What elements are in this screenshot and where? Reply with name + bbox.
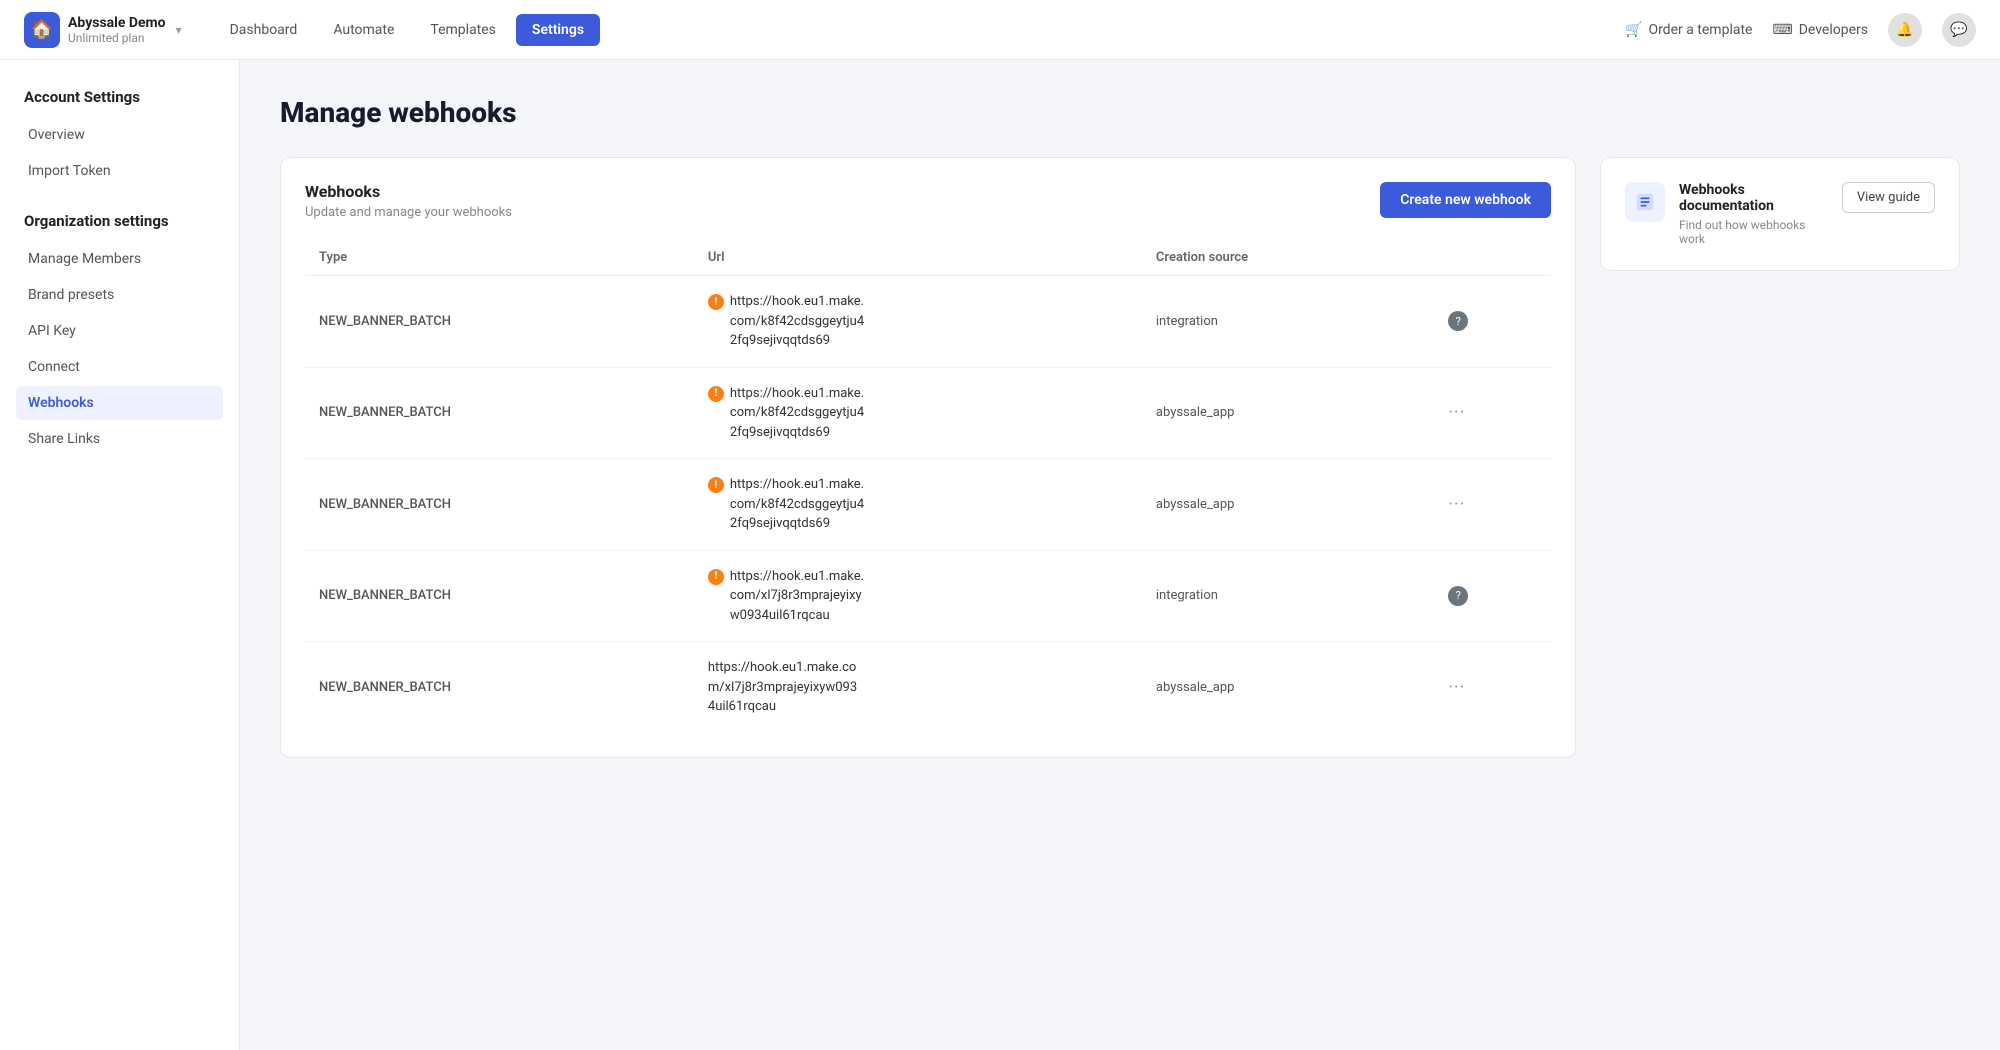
webhook-source-cell: abyssale_app (1142, 642, 1434, 733)
warning-icon: ! (708, 386, 724, 402)
col-url: Url (694, 240, 1142, 276)
webhook-url-text: https://hook.eu1.make. com/k8f42cdsggeyt… (730, 475, 864, 534)
docs-title: Webhooks documentation (1679, 182, 1828, 214)
webhook-docs-icon (1634, 191, 1656, 213)
brand-section[interactable]: 🏠 Abyssale Demo Unlimited plan ▾ (24, 12, 182, 48)
nav-tab-settings[interactable]: Settings (516, 14, 600, 46)
more-options-icon[interactable]: ··· (1448, 677, 1465, 698)
warning-icon: ! (708, 294, 724, 310)
order-label: Order a template (1648, 22, 1752, 38)
cart-icon: 🛒 (1625, 22, 1642, 38)
webhook-url-cell: ! https://hook.eu1.make. com/xl7j8r3mpraj… (694, 550, 1142, 642)
webhooks-card-header: Webhooks Update and manage your webhooks… (305, 182, 1551, 220)
brand-plan: Unlimited plan (68, 31, 166, 45)
view-guide-button[interactable]: View guide (1842, 182, 1935, 213)
docs-card-inner: Webhooks documentation Find out how webh… (1625, 182, 1935, 246)
app-layout: Account Settings Overview Import Token O… (0, 60, 2000, 1050)
table-row: NEW_BANNER_BATCH! https://hook.eu1.make. … (305, 550, 1551, 642)
user-avatar-button[interactable]: 💬 (1942, 13, 1976, 47)
webhook-url-text: https://hook.eu1.make. com/k8f42cdsggeyt… (730, 384, 864, 443)
webhooks-card-subtitle: Update and manage your webhooks (305, 205, 512, 220)
nav-tab-templates[interactable]: Templates (414, 14, 512, 46)
org-settings-title: Organization settings (16, 212, 223, 230)
webhook-actions-cell: ··· (1434, 642, 1551, 733)
webhook-source-cell: abyssale_app (1142, 459, 1434, 551)
webhook-source-cell: integration (1142, 276, 1434, 368)
webhook-url-text: https://hook.eu1.make. com/k8f42cdsggeyt… (730, 292, 864, 351)
help-icon[interactable]: ? (1448, 586, 1468, 606)
account-settings-title: Account Settings (16, 88, 223, 106)
table-row: NEW_BANNER_BATCH! https://hook.eu1.make. … (305, 367, 1551, 459)
brand-info: Abyssale Demo Unlimited plan (68, 15, 166, 45)
docs-info: Webhooks documentation Find out how webh… (1679, 182, 1828, 246)
table-row: NEW_BANNER_BATCHhttps://hook.eu1.make.co… (305, 642, 1551, 733)
webhook-actions-cell: ? (1434, 550, 1551, 642)
developers-link[interactable]: ⌨ Developers (1772, 22, 1868, 38)
docs-subtitle: Find out how webhooks work (1679, 218, 1828, 246)
order-template-link[interactable]: 🛒 Order a template (1625, 22, 1752, 38)
sidebar-item-share-links[interactable]: Share Links (16, 422, 223, 456)
webhook-url-cell: ! https://hook.eu1.make. com/k8f42cdsggey… (694, 276, 1142, 368)
help-icon[interactable]: ? (1448, 311, 1468, 331)
sidebar-item-overview[interactable]: Overview (16, 118, 223, 152)
webhook-actions-cell: ··· (1434, 459, 1551, 551)
topbar: 🏠 Abyssale Demo Unlimited plan ▾ Dashboa… (0, 0, 2000, 60)
sidebar-item-api-key[interactable]: API Key (16, 314, 223, 348)
main-nav: Dashboard Automate Templates Settings (214, 14, 1625, 46)
webhook-source-cell: integration (1142, 550, 1434, 642)
webhook-url-cell: ! https://hook.eu1.make. com/k8f42cdsggey… (694, 367, 1142, 459)
webhooks-layout: Webhooks Update and manage your webhooks… (280, 157, 1960, 758)
webhook-type-cell: NEW_BANNER_BATCH (305, 642, 694, 733)
webhook-type-cell: NEW_BANNER_BATCH (305, 550, 694, 642)
webhook-source-cell: abyssale_app (1142, 367, 1434, 459)
warning-icon: ! (708, 569, 724, 585)
sidebar-item-import-token[interactable]: Import Token (16, 154, 223, 188)
more-options-icon[interactable]: ··· (1448, 494, 1465, 515)
terminal-icon: ⌨ (1772, 22, 1792, 38)
webhook-url-text: https://hook.eu1.make. com/xl7j8r3mpraje… (730, 567, 864, 626)
main-content: Manage webhooks Webhooks Update and mana… (240, 60, 2000, 1050)
sidebar-item-webhooks[interactable]: Webhooks (16, 386, 223, 420)
col-type: Type (305, 240, 694, 276)
brand-icon: 🏠 (24, 12, 60, 48)
webhooks-card: Webhooks Update and manage your webhooks… (280, 157, 1576, 758)
sidebar-item-manage-members[interactable]: Manage Members (16, 242, 223, 276)
webhook-type-cell: NEW_BANNER_BATCH (305, 276, 694, 368)
webhook-actions-cell: ? (1434, 276, 1551, 368)
brand-name: Abyssale Demo (68, 15, 166, 31)
nav-tab-dashboard[interactable]: Dashboard (214, 14, 314, 46)
topbar-right: 🛒 Order a template ⌨ Developers 🔔 💬 (1625, 13, 1976, 47)
webhook-url-text: https://hook.eu1.make.co m/xl7j8r3mpraje… (708, 658, 857, 717)
create-webhook-button[interactable]: Create new webhook (1380, 182, 1551, 218)
developers-label: Developers (1799, 22, 1868, 38)
table-row: NEW_BANNER_BATCH! https://hook.eu1.make. … (305, 459, 1551, 551)
webhooks-card-title: Webhooks (305, 182, 512, 201)
page-title: Manage webhooks (280, 96, 1960, 129)
webhook-url-cell: https://hook.eu1.make.co m/xl7j8r3mpraje… (694, 642, 1142, 733)
notification-button[interactable]: 🔔 (1888, 13, 1922, 47)
nav-tab-automate[interactable]: Automate (317, 14, 410, 46)
webhook-type-cell: NEW_BANNER_BATCH (305, 459, 694, 551)
table-header-row: Type Url Creation source (305, 240, 1551, 276)
docs-icon (1625, 182, 1665, 222)
webhook-actions-cell: ··· (1434, 367, 1551, 459)
col-source: Creation source (1142, 240, 1434, 276)
webhooks-card-title-group: Webhooks Update and manage your webhooks (305, 182, 512, 220)
sidebar: Account Settings Overview Import Token O… (0, 60, 240, 1050)
col-actions (1434, 240, 1551, 276)
docs-card: Webhooks documentation Find out how webh… (1600, 157, 1960, 271)
more-options-icon[interactable]: ··· (1448, 402, 1465, 423)
webhook-type-cell: NEW_BANNER_BATCH (305, 367, 694, 459)
webhooks-table: Type Url Creation source NEW_BANNER_BATC… (305, 240, 1551, 733)
sidebar-item-connect[interactable]: Connect (16, 350, 223, 384)
chevron-down-icon: ▾ (176, 23, 182, 37)
warning-icon: ! (708, 477, 724, 493)
sidebar-item-brand-presets[interactable]: Brand presets (16, 278, 223, 312)
table-row: NEW_BANNER_BATCH! https://hook.eu1.make. … (305, 276, 1551, 368)
webhook-url-cell: ! https://hook.eu1.make. com/k8f42cdsggey… (694, 459, 1142, 551)
